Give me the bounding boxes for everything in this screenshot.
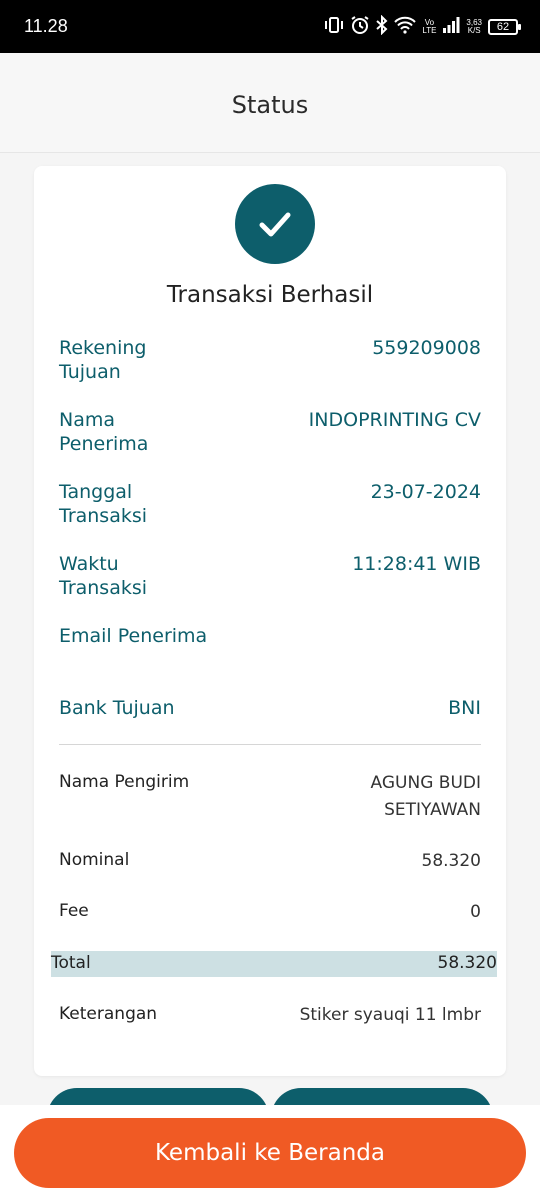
row-label: Nominal xyxy=(59,850,130,870)
check-circle-icon xyxy=(235,184,315,264)
bottom-bar: Kembali ke Beranda xyxy=(0,1105,540,1200)
row-value: 58.320 xyxy=(421,851,481,871)
net-speed-unit: K/S xyxy=(467,26,481,35)
volte-line2: LTE xyxy=(422,26,437,35)
row-label: Nama Penerima xyxy=(59,409,149,455)
row-label: Keterangan xyxy=(59,1004,158,1024)
net-speed: 3,63 K/S xyxy=(466,19,482,35)
status-time: 11.28 xyxy=(24,16,68,36)
row-value: 559209008 xyxy=(372,337,481,359)
total-value: 58.320 xyxy=(437,953,497,973)
battery-icon: 62 xyxy=(488,19,521,35)
total-label: Total xyxy=(51,953,91,973)
row-label: Waktu Transaksi xyxy=(59,553,148,599)
row-label: Rekening Tujuan xyxy=(59,337,147,383)
row-value: 23-07-2024 xyxy=(370,481,481,503)
row-value: Stiker syauqi 11 lmbr xyxy=(299,1005,481,1025)
divider xyxy=(59,744,481,745)
back-to-home-button[interactable]: Kembali ke Beranda xyxy=(14,1118,526,1188)
status-bar: 11.28 Vo LTE 3,63 K/S 62 xyxy=(0,0,540,53)
success-title: Transaksi Berhasil xyxy=(166,282,374,308)
wifi-icon xyxy=(394,16,417,38)
vibrate-icon xyxy=(324,16,344,38)
receipt-card: Transaksi Berhasil Rekening Tujuan 55920… xyxy=(34,166,506,1076)
volte-icon: Vo LTE xyxy=(422,19,436,35)
row-label: Bank Tujuan xyxy=(59,697,175,719)
row-label: Nama Pengirim xyxy=(59,772,190,792)
row-label: Fee xyxy=(59,901,89,921)
alarm-icon xyxy=(350,15,370,39)
app-header: Status xyxy=(0,53,540,153)
row-label: Email Penerima xyxy=(59,625,208,647)
row-value: 0 xyxy=(470,902,481,922)
row-value: BNI xyxy=(448,697,481,719)
row-value: AGUNG BUDI SETIYAWAN xyxy=(370,773,481,820)
row-value: 11:28:41 WIB xyxy=(352,553,481,575)
signal-icon xyxy=(442,17,460,37)
row-label: Tanggal Transaksi xyxy=(59,481,148,527)
page-title: Status xyxy=(231,91,309,119)
total-row: Total 58.320 xyxy=(51,951,497,977)
bluetooth-icon xyxy=(376,14,388,39)
row-value: INDOPRINTING CV xyxy=(308,409,481,431)
status-icons: Vo LTE 3,63 K/S 62 xyxy=(324,14,521,40)
